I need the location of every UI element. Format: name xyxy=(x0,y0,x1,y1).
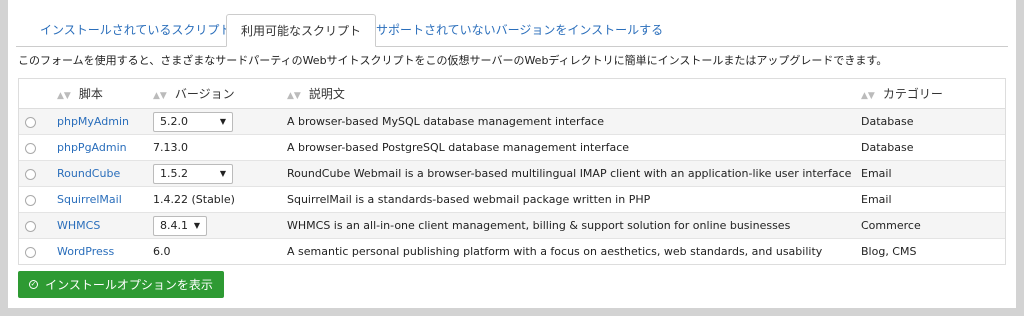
table-row: WordPress 6.0 A semantic personal publis… xyxy=(19,238,1005,264)
script-description: RoundCube Webmail is a browser-based mul… xyxy=(287,160,861,187)
script-category: Email xyxy=(861,160,1005,187)
sort-icon: ▲▼ xyxy=(153,91,167,101)
script-category: Commerce xyxy=(861,212,1005,239)
version-select[interactable]: 1.5.2 ▼ xyxy=(153,163,233,184)
scripts-panel: インストールされているスクリプト 利用可能なスクリプト サポートされていないバー… xyxy=(8,0,1016,308)
script-link[interactable]: SquirrelMail xyxy=(57,193,122,206)
select-radio[interactable] xyxy=(25,246,36,258)
chevron-down-icon: ▼ xyxy=(219,169,226,178)
script-category: Blog, CMS xyxy=(861,238,1005,264)
script-link[interactable]: RoundCube xyxy=(57,167,120,180)
version-select[interactable]: 8.4.1 ▼ xyxy=(153,215,207,236)
script-description: SquirrelMail is a standards-based webmai… xyxy=(287,186,861,213)
chevron-down-icon: ▼ xyxy=(193,221,200,230)
select-radio[interactable] xyxy=(25,168,36,180)
select-radio[interactable] xyxy=(25,220,36,232)
select-radio[interactable] xyxy=(25,116,36,128)
table-row: phpPgAdmin 7.13.0 A browser-based Postgr… xyxy=(19,134,1005,161)
sort-icon: ▲▼ xyxy=(861,91,875,101)
sort-icon: ▲▼ xyxy=(57,91,71,101)
script-link[interactable]: WordPress xyxy=(57,245,114,258)
check-circle-icon: ✓ xyxy=(29,280,39,289)
select-radio[interactable] xyxy=(25,142,36,154)
table-row: phpMyAdmin 5.2.0 ▼ A browser-based MySQL … xyxy=(19,108,1005,135)
header-radio xyxy=(19,79,57,109)
header-version[interactable]: ▲▼ バージョン xyxy=(153,79,287,109)
show-install-options-button[interactable]: ✓ インストールオプションを表示 xyxy=(18,271,224,298)
script-link[interactable]: WHMCS xyxy=(57,219,100,232)
table-row: RoundCube 1.5.2 ▼ RoundCube Webmail is a … xyxy=(19,160,1005,187)
tab-available-scripts[interactable]: 利用可能なスクリプト xyxy=(226,14,377,47)
table-row: SquirrelMail 1.4.22 (Stable) SquirrelMai… xyxy=(19,186,1005,213)
header-description[interactable]: ▲▼ 説明文 xyxy=(287,79,861,109)
script-link[interactable]: phpMyAdmin xyxy=(57,115,129,128)
header-category[interactable]: ▲▼ カテゴリー xyxy=(861,79,1005,109)
chevron-down-icon: ▼ xyxy=(219,117,226,126)
script-version: 6.0 xyxy=(153,238,287,264)
script-version: 1.4.22 (Stable) xyxy=(153,186,287,213)
tab-installed-scripts[interactable]: インストールされているスクリプト xyxy=(26,14,245,46)
script-category: Database xyxy=(861,108,1005,135)
table-row: WHMCS 8.4.1 ▼ WHMCS is an all-in-one clie… xyxy=(19,212,1005,239)
table-header-row: ▲▼ 脚本 ▲▼ バージョン ▲▼ 説明文 ▲▼ カテゴリー xyxy=(19,79,1005,109)
tab-unsupported-versions[interactable]: サポートされていないバージョンをインストールする xyxy=(362,14,677,46)
script-description: A semantic personal publishing platform … xyxy=(287,238,861,264)
script-category: Database xyxy=(861,134,1005,161)
script-description: A browser-based MySQL database managemen… xyxy=(287,108,861,135)
script-description: WHMCS is an all-in-one client management… xyxy=(287,212,861,239)
script-version: 7.13.0 xyxy=(153,134,287,161)
tab-bar: インストールされているスクリプト 利用可能なスクリプト サポートされていないバー… xyxy=(16,14,1008,47)
install-button-label: インストールオプションを表示 xyxy=(45,278,213,292)
sort-icon: ▲▼ xyxy=(287,91,301,101)
form-description: このフォームを使用すると、さまざまなサードパーティのWebサイトスクリプトをこの… xyxy=(18,54,888,67)
script-link[interactable]: phpPgAdmin xyxy=(57,141,127,154)
script-category: Email xyxy=(861,186,1005,213)
version-select[interactable]: 5.2.0 ▼ xyxy=(153,111,233,132)
header-script[interactable]: ▲▼ 脚本 xyxy=(57,79,153,109)
script-description: A browser-based PostgreSQL database mana… xyxy=(287,134,861,161)
scripts-table: ▲▼ 脚本 ▲▼ バージョン ▲▼ 説明文 ▲▼ カテゴリー phpMyAdmin 5.… xyxy=(18,78,1006,265)
select-radio[interactable] xyxy=(25,194,36,206)
